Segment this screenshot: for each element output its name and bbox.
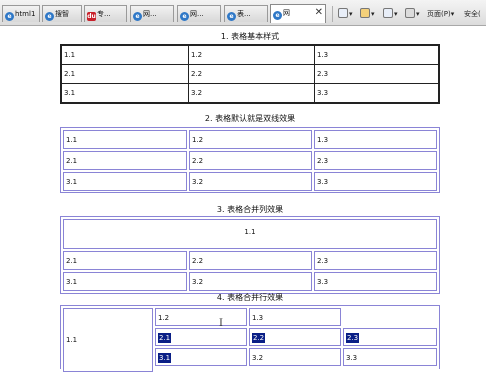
table-cell: 3.1 [63, 172, 187, 191]
mail-button[interactable]: ▾ [383, 7, 398, 21]
browser-tab[interactable]: e 网... [130, 5, 174, 22]
feeds-button[interactable]: ▾ [360, 7, 375, 21]
table-cell: 3.3 [317, 89, 329, 97]
page-menu-button[interactable]: 页面(P)▾ [427, 7, 454, 21]
table-cell: 3.2 [189, 272, 312, 291]
table-cell: 1.2 [155, 308, 247, 326]
table-cell: 2.2 [189, 251, 312, 270]
toolbar-separator [332, 6, 333, 22]
mail-icon [383, 8, 393, 18]
table-cell: 2.2 [249, 328, 341, 346]
table-cell: 3.1 [63, 272, 187, 291]
baidu-icon: du [87, 12, 96, 21]
table-cell: 1.1 [63, 130, 187, 149]
section-heading: 1. 表格基本样式 [220, 32, 280, 41]
table-cell: 3.3 [314, 172, 437, 191]
table-cell: 3.3 [343, 348, 437, 366]
tab-label: 网... [143, 10, 157, 18]
selected-text: 2.2 [252, 333, 266, 343]
feeds-icon [360, 8, 370, 18]
table-cell: 1.3 [249, 308, 341, 326]
ie-page-icon: e [273, 11, 282, 20]
table-cell: 2.1 [63, 151, 187, 170]
merged-rows-table: 1.1 1.2 1.3 2.1 2.2 2.3 3.1 3.2 3.3 [60, 305, 440, 372]
print-button[interactable]: ▾ [405, 7, 420, 21]
browser-tab[interactable]: e 搜智 [42, 5, 82, 22]
tab-label: 专... [97, 10, 111, 18]
merged-columns-table: 1.1 2.1 2.2 2.3 3.1 3.2 3.3 [60, 216, 440, 294]
table-cell: 1.1 [62, 46, 189, 65]
home-button[interactable]: ▾ [338, 7, 353, 21]
table-cell: 3.1 [155, 348, 247, 366]
table-cell: 1.2 [189, 130, 312, 149]
table-cell: 3.2 [189, 172, 312, 191]
ie-page-icon: e [45, 12, 54, 21]
tab-label: html1 [15, 10, 36, 18]
table-cell: 2.1 [155, 328, 247, 346]
tab-label: 表... [237, 10, 251, 18]
selected-text: 3.1 [158, 353, 172, 363]
tab-label: 网 [283, 9, 290, 17]
browser-tab[interactable]: du专... [84, 5, 127, 22]
ie-page-icon: e [180, 12, 189, 21]
browser-tab-bar: e html1 e 搜智 du专... e 网... e 网... e 表... e网 ✕… [0, 0, 486, 26]
table-cell: 2.3 [315, 65, 438, 84]
browser-tab-active[interactable]: e网 ✕ [270, 4, 326, 23]
table-cell: 2.2 [189, 65, 315, 84]
merged-cell: 1.1 [63, 308, 153, 372]
page-menu-label: 页面(P) [427, 10, 451, 18]
table-cell: 2.2 [189, 151, 312, 170]
table-cell: 1.2 [189, 46, 315, 65]
table-cell: 3.1 [62, 84, 189, 102]
table-cell: 2.3 [314, 251, 437, 270]
browser-tab[interactable]: e html1 [2, 5, 40, 22]
section-heading: 3. 表格合并列效果 [216, 205, 284, 214]
section-heading: 4. 表格合并行效果 [216, 293, 284, 302]
browser-tab[interactable]: e 网... [177, 5, 221, 22]
double-border-table: 1.1 1.2 1.3 2.1 2.2 2.3 3.1 3.2 3.3 [60, 127, 440, 193]
ie-page-icon: e [5, 12, 14, 21]
basic-table: 1.1 1.2 1.3 2.1 2.2 2.3 3.1 3.2 3.3 [60, 44, 440, 104]
safety-menu-label: 安全( [464, 10, 481, 18]
safety-menu-button[interactable]: 安全( [464, 7, 481, 21]
tab-label: 搜智 [55, 10, 69, 18]
table-cell: 1.3 [315, 46, 438, 65]
text-cursor-icon: I [219, 318, 223, 329]
table-cell: 2.3 [343, 328, 437, 346]
tab-label: 网... [190, 10, 204, 18]
merged-cell: 1.1 [63, 219, 437, 249]
table-cell: 3.2 [249, 348, 341, 366]
table-cell: 1.3 [314, 130, 437, 149]
selected-text: 2.1 [158, 333, 172, 343]
ie-page-icon: e [133, 12, 142, 21]
table-cell: 3.3 [314, 272, 437, 291]
print-icon [405, 8, 415, 18]
table-cell: 2.3 [314, 151, 437, 170]
table-cell: 2.1 [62, 65, 189, 84]
table-cell: 2.1 [63, 251, 187, 270]
home-icon [338, 8, 348, 18]
table-cell: 3.2 [189, 84, 315, 102]
close-tab-icon[interactable]: ✕ [315, 5, 323, 21]
browser-tab[interactable]: e 表... [224, 5, 268, 22]
section-heading: 2. 表格默认就是双线效果 [204, 114, 296, 123]
selected-text: 2.3 [346, 333, 360, 343]
ie-page-icon: e [227, 12, 236, 21]
